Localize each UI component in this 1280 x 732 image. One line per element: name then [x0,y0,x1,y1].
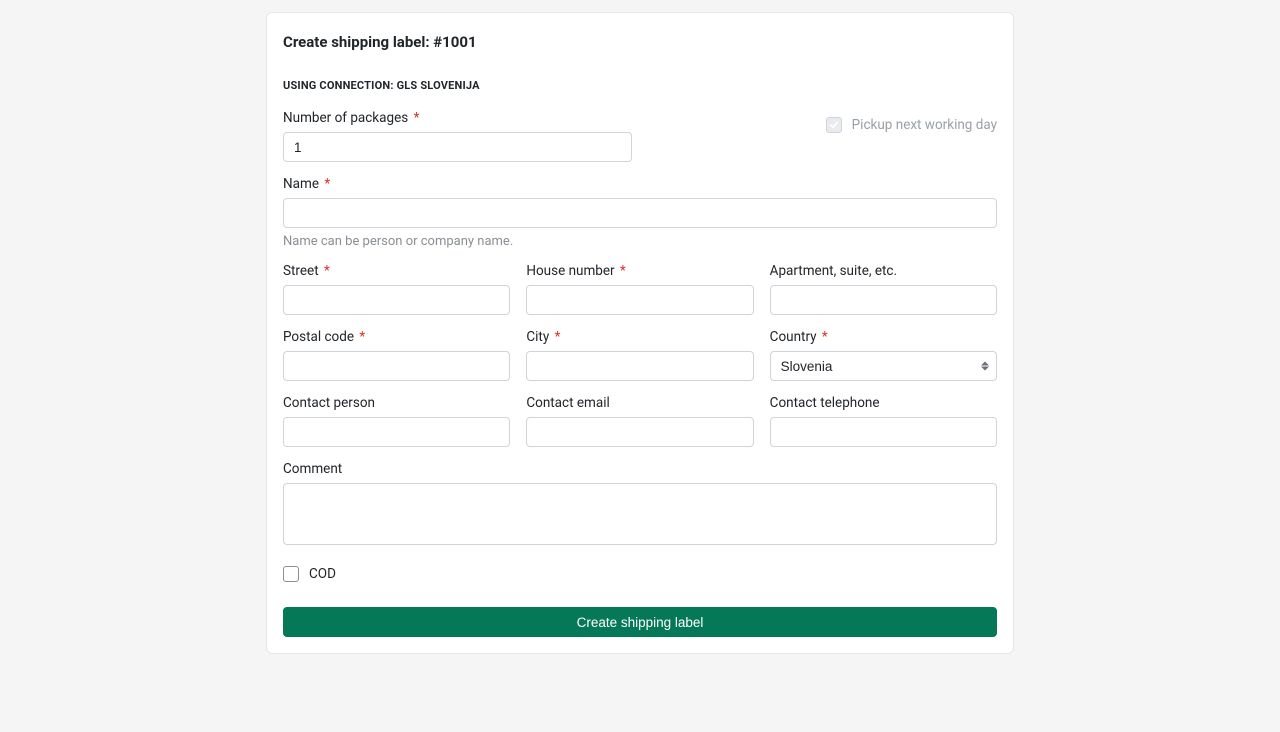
pickup-checkbox-row: Pickup next working day [826,110,997,140]
row-packages-pickup: Number of packages * Pickup next working… [283,110,997,162]
cod-checkbox[interactable] [283,566,299,582]
pickup-checkbox[interactable] [826,117,842,133]
label-contact-telephone: Contact telephone [770,395,997,411]
required-marker: * [324,263,330,279]
country-select-wrap [770,351,997,381]
label-house-number: House number * [526,263,753,279]
group-num-packages: Number of packages * [283,110,632,162]
row-contact: Contact person Contact email Contact tel… [283,395,997,447]
label-country: Country * [770,329,997,345]
group-street: Street * [283,263,510,315]
check-icon [829,120,839,130]
required-marker: * [620,263,626,279]
group-comment: Comment [283,461,997,545]
group-pickup: Pickup next working day [648,110,997,162]
group-postal-code: Postal code * [283,329,510,381]
label-num-packages: Number of packages * [283,110,632,126]
label-name: Name * [283,176,997,192]
card-title: Create shipping label: #1001 [283,33,997,51]
contact-email-input[interactable] [526,417,753,447]
postal-code-input[interactable] [283,351,510,381]
required-marker: * [324,176,330,192]
label-postal-code: Postal code * [283,329,510,345]
cod-label: COD [309,566,336,582]
name-input[interactable] [283,198,997,228]
street-input[interactable] [283,285,510,315]
contact-telephone-input[interactable] [770,417,997,447]
connection-subheading: USING CONNECTION: GLS SLOVENIJA [283,79,997,92]
name-help-text: Name can be person or company name. [283,234,997,249]
label-contact-person: Contact person [283,395,510,411]
group-name: Name * Name can be person or company nam… [283,176,997,249]
num-packages-input[interactable] [283,132,632,162]
row-comment: Comment [283,461,997,545]
row-address1: Street * House number * Apartment, suite… [283,263,997,315]
pickup-label: Pickup next working day [852,117,997,133]
label-city: City * [526,329,753,345]
group-contact-telephone: Contact telephone [770,395,997,447]
row-name: Name * Name can be person or company nam… [283,176,997,249]
contact-person-input[interactable] [283,417,510,447]
group-house-number: House number * [526,263,753,315]
required-marker: * [414,110,420,126]
house-number-input[interactable] [526,285,753,315]
required-marker: * [359,329,365,345]
cod-checkbox-row: COD [283,559,997,589]
required-marker: * [555,329,561,345]
group-contact-person: Contact person [283,395,510,447]
group-city: City * [526,329,753,381]
shipping-label-card: Create shipping label: #1001 USING CONNE… [266,12,1014,654]
required-marker: * [822,329,828,345]
label-comment: Comment [283,461,997,477]
group-country: Country * [770,329,997,381]
city-input[interactable] [526,351,753,381]
group-contact-email: Contact email [526,395,753,447]
create-shipping-label-button[interactable]: Create shipping label [283,607,997,637]
country-select[interactable] [770,351,997,381]
group-apartment: Apartment, suite, etc. [770,263,997,315]
comment-textarea[interactable] [283,483,997,545]
label-apartment: Apartment, suite, etc. [770,263,997,279]
label-contact-email: Contact email [526,395,753,411]
apartment-input[interactable] [770,285,997,315]
row-address2: Postal code * City * Country * [283,329,997,381]
label-street: Street * [283,263,510,279]
